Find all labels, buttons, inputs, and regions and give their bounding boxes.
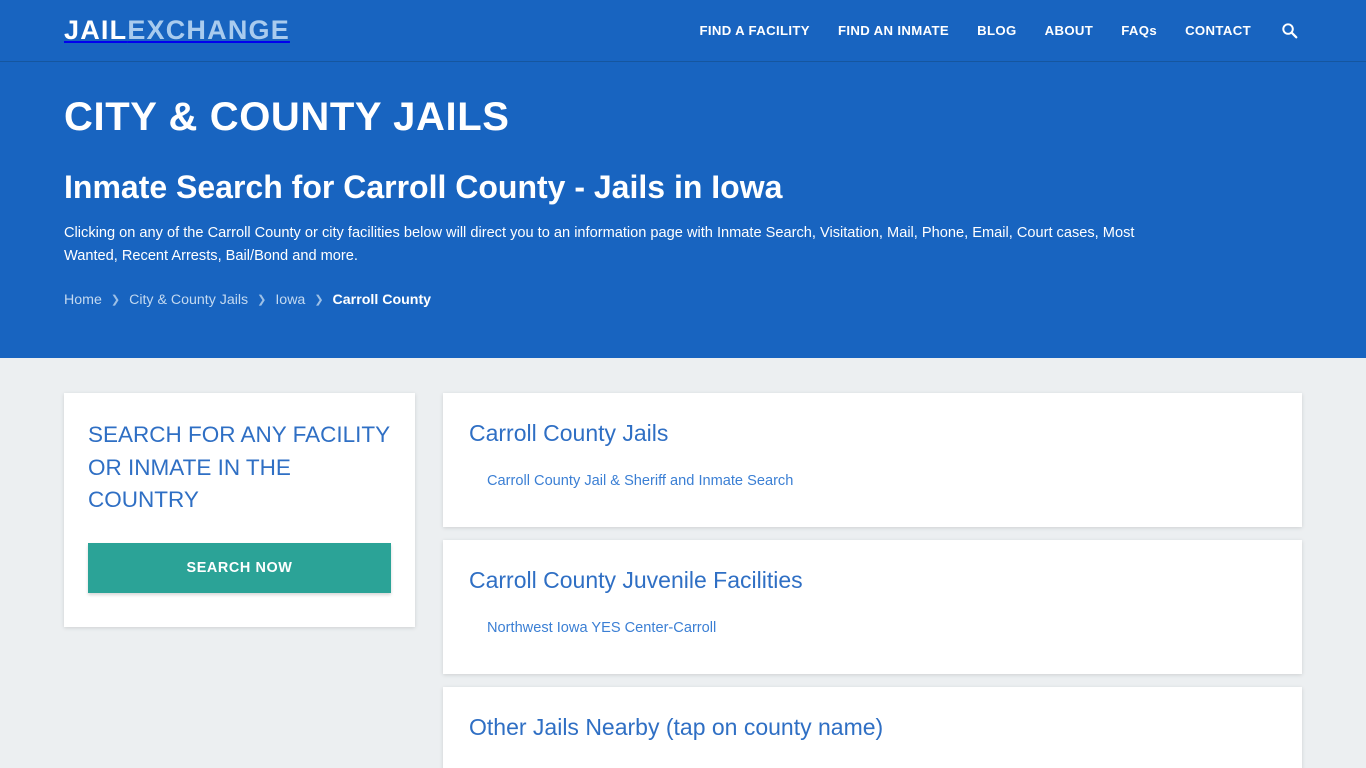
nav-item-find-a-facility[interactable]: FIND A FACILITY [685, 15, 824, 46]
page-description: Clicking on any of the Carroll County or… [64, 225, 1135, 264]
facility-link-list: Northwest Iowa YES Center-Carroll [469, 618, 1276, 640]
search-promo-heading: SEARCH FOR ANY FACILITY OR INMATE IN THE… [88, 422, 390, 513]
hero-section: CITY & COUNTY JAILS Inmate Search for Ca… [0, 62, 1366, 358]
page-title: CITY & COUNTY JAILS [64, 95, 510, 139]
main-navigation: FIND A FACILITY FIND AN INMATE BLOG ABOU… [685, 15, 1302, 46]
nav-link-contact[interactable]: CONTACT [1171, 15, 1265, 46]
logo-text-exchange: EXCHANGE [127, 15, 290, 45]
list-item[interactable]: Northwest Iowa YES Center-Carroll [487, 618, 1276, 640]
content-layout: SEARCH FOR ANY FACILITY OR INMATE IN THE… [64, 393, 1302, 768]
facility-card-county-jails: Carroll County Jails Carroll County Jail… [443, 393, 1302, 527]
nav-item-contact[interactable]: CONTACT [1171, 15, 1265, 46]
breadcrumb-chevron-icon: ❯ [110, 294, 121, 307]
breadcrumb-chevron-icon: ❯ [314, 294, 324, 307]
breadcrumb: Home ❯ City & County Jails ❯ Iowa ❯ Carr… [64, 292, 1302, 308]
facility-link[interactable]: Carroll County Jail & Sheriff and Inmate… [487, 473, 793, 489]
facility-card-juvenile-facilities: Carroll County Juvenile Facilities North… [443, 539, 1302, 674]
page-subtitle: Inmate Search for Carroll County - Jails… [64, 169, 783, 205]
search-icon[interactable] [1265, 16, 1302, 45]
nav-item-blog[interactable]: BLOG [963, 15, 1031, 46]
nav-link-faqs[interactable]: FAQs [1107, 15, 1171, 46]
facility-link[interactable]: Northwest Iowa YES Center-Carroll [487, 620, 716, 636]
nav-link-find-an-inmate[interactable]: FIND AN INMATE [824, 15, 963, 46]
site-header: JAILEXCHANGE FIND A FACILITY FIND AN INM… [0, 0, 1366, 62]
header-inner: JAILEXCHANGE FIND A FACILITY FIND AN INM… [64, 15, 1302, 46]
facility-link-list: Carroll County Jail & Sheriff and Inmate… [469, 471, 1276, 493]
nav-item-find-an-inmate[interactable]: FIND AN INMATE [824, 15, 963, 46]
nav-item-about[interactable]: ABOUT [1031, 15, 1108, 46]
list-item[interactable]: Carroll County Jail & Sheriff and Inmate… [487, 471, 1276, 493]
facility-card-other-jails-nearby: Other Jails Nearby (tap on county name) [443, 686, 1302, 768]
nav-link-blog[interactable]: BLOG [963, 15, 1031, 46]
facility-card-heading: Carroll County Jails [469, 420, 669, 446]
breadcrumb-item-iowa[interactable]: Iowa [275, 292, 305, 308]
sidebar: SEARCH FOR ANY FACILITY OR INMATE IN THE… [64, 393, 415, 627]
main-content: SEARCH FOR ANY FACILITY OR INMATE IN THE… [0, 358, 1366, 768]
search-now-button[interactable]: SEARCH NOW [88, 542, 391, 593]
hero-container: CITY & COUNTY JAILS Inmate Search for Ca… [64, 94, 1302, 308]
nav-link-about[interactable]: ABOUT [1031, 15, 1108, 46]
nav-item-faqs[interactable]: FAQs [1107, 15, 1171, 46]
search-promo-card: SEARCH FOR ANY FACILITY OR INMATE IN THE… [64, 393, 415, 627]
logo-text-jail: JAIL [64, 15, 128, 45]
breadcrumb-item-current: Carroll County [332, 291, 432, 308]
facility-card-heading: Carroll County Juvenile Facilities [469, 566, 803, 593]
site-logo[interactable]: JAILEXCHANGE [64, 17, 290, 44]
breadcrumb-chevron-icon: ❯ [257, 294, 267, 307]
nav-list: FIND A FACILITY FIND AN INMATE BLOG ABOU… [685, 15, 1302, 46]
nav-link-find-a-facility[interactable]: FIND A FACILITY [685, 15, 824, 46]
facility-list: Carroll County Jails Carroll County Jail… [443, 393, 1302, 768]
breadcrumb-item-home[interactable]: Home [64, 292, 102, 308]
facility-card-heading: Other Jails Nearby (tap on county name) [469, 713, 884, 740]
breadcrumb-item-city-county-jails[interactable]: City & County Jails [129, 292, 248, 308]
